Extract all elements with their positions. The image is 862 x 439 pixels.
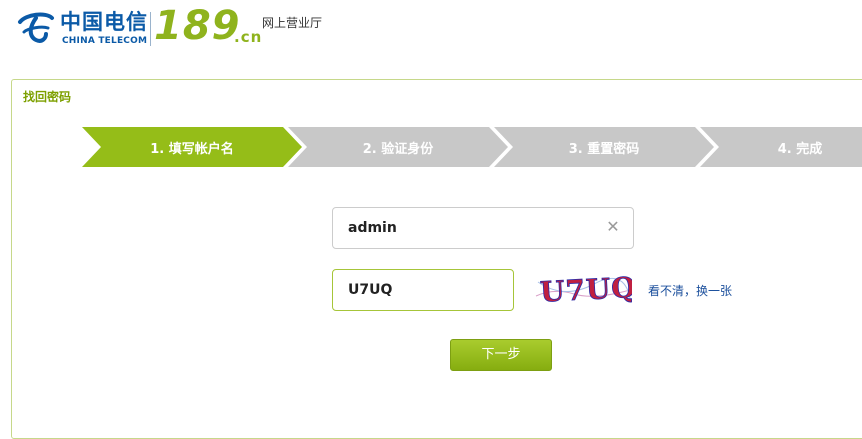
refresh-captcha-link[interactable]: 看不清，换一张 [648, 282, 732, 299]
step-3: 3. 重置密码 [494, 127, 714, 167]
site-title: 网上营业厅 [262, 16, 323, 30]
step-4-label: 4. 完成 [777, 141, 823, 157]
brand-name-en: CHINA TELECOM [62, 36, 148, 46]
progress-steps: 1. 填写帐户名 2. 验证身份 3. 重置密码 4. 完成 [82, 127, 862, 167]
site-header: 中国电信 CHINA TELECOM 189 .cn 网上营业厅 [0, 0, 862, 60]
close-icon[interactable]: ✕ [605, 219, 621, 235]
captcha-value: U7UQ [348, 282, 393, 298]
brand-name-cn: 中国电信 [60, 10, 148, 34]
captcha-input[interactable]: U7UQ [332, 269, 514, 311]
captcha-image[interactable]: U7UQ [534, 270, 632, 308]
panel-title: 找回密码 [23, 90, 72, 104]
step-1-label: 1. 填写帐户名 [150, 141, 234, 157]
step-4: 4. 完成 [700, 127, 862, 167]
site-domain: .cn [234, 28, 263, 46]
logo-divider [150, 12, 151, 46]
site-number: 189 [154, 3, 241, 49]
step-1: 1. 填写帐户名 [82, 127, 302, 167]
username-input[interactable]: admin ✕ [332, 207, 634, 249]
next-step-button[interactable]: 下一步 [450, 339, 552, 371]
step-3-label: 3. 重置密码 [568, 141, 640, 157]
step-2-label: 2. 验证身份 [362, 141, 434, 157]
step-2: 2. 验证身份 [288, 127, 508, 167]
captcha-image-text: U7UQ [539, 271, 632, 308]
username-value: admin [348, 220, 397, 236]
china-telecom-logo-icon [18, 12, 54, 43]
